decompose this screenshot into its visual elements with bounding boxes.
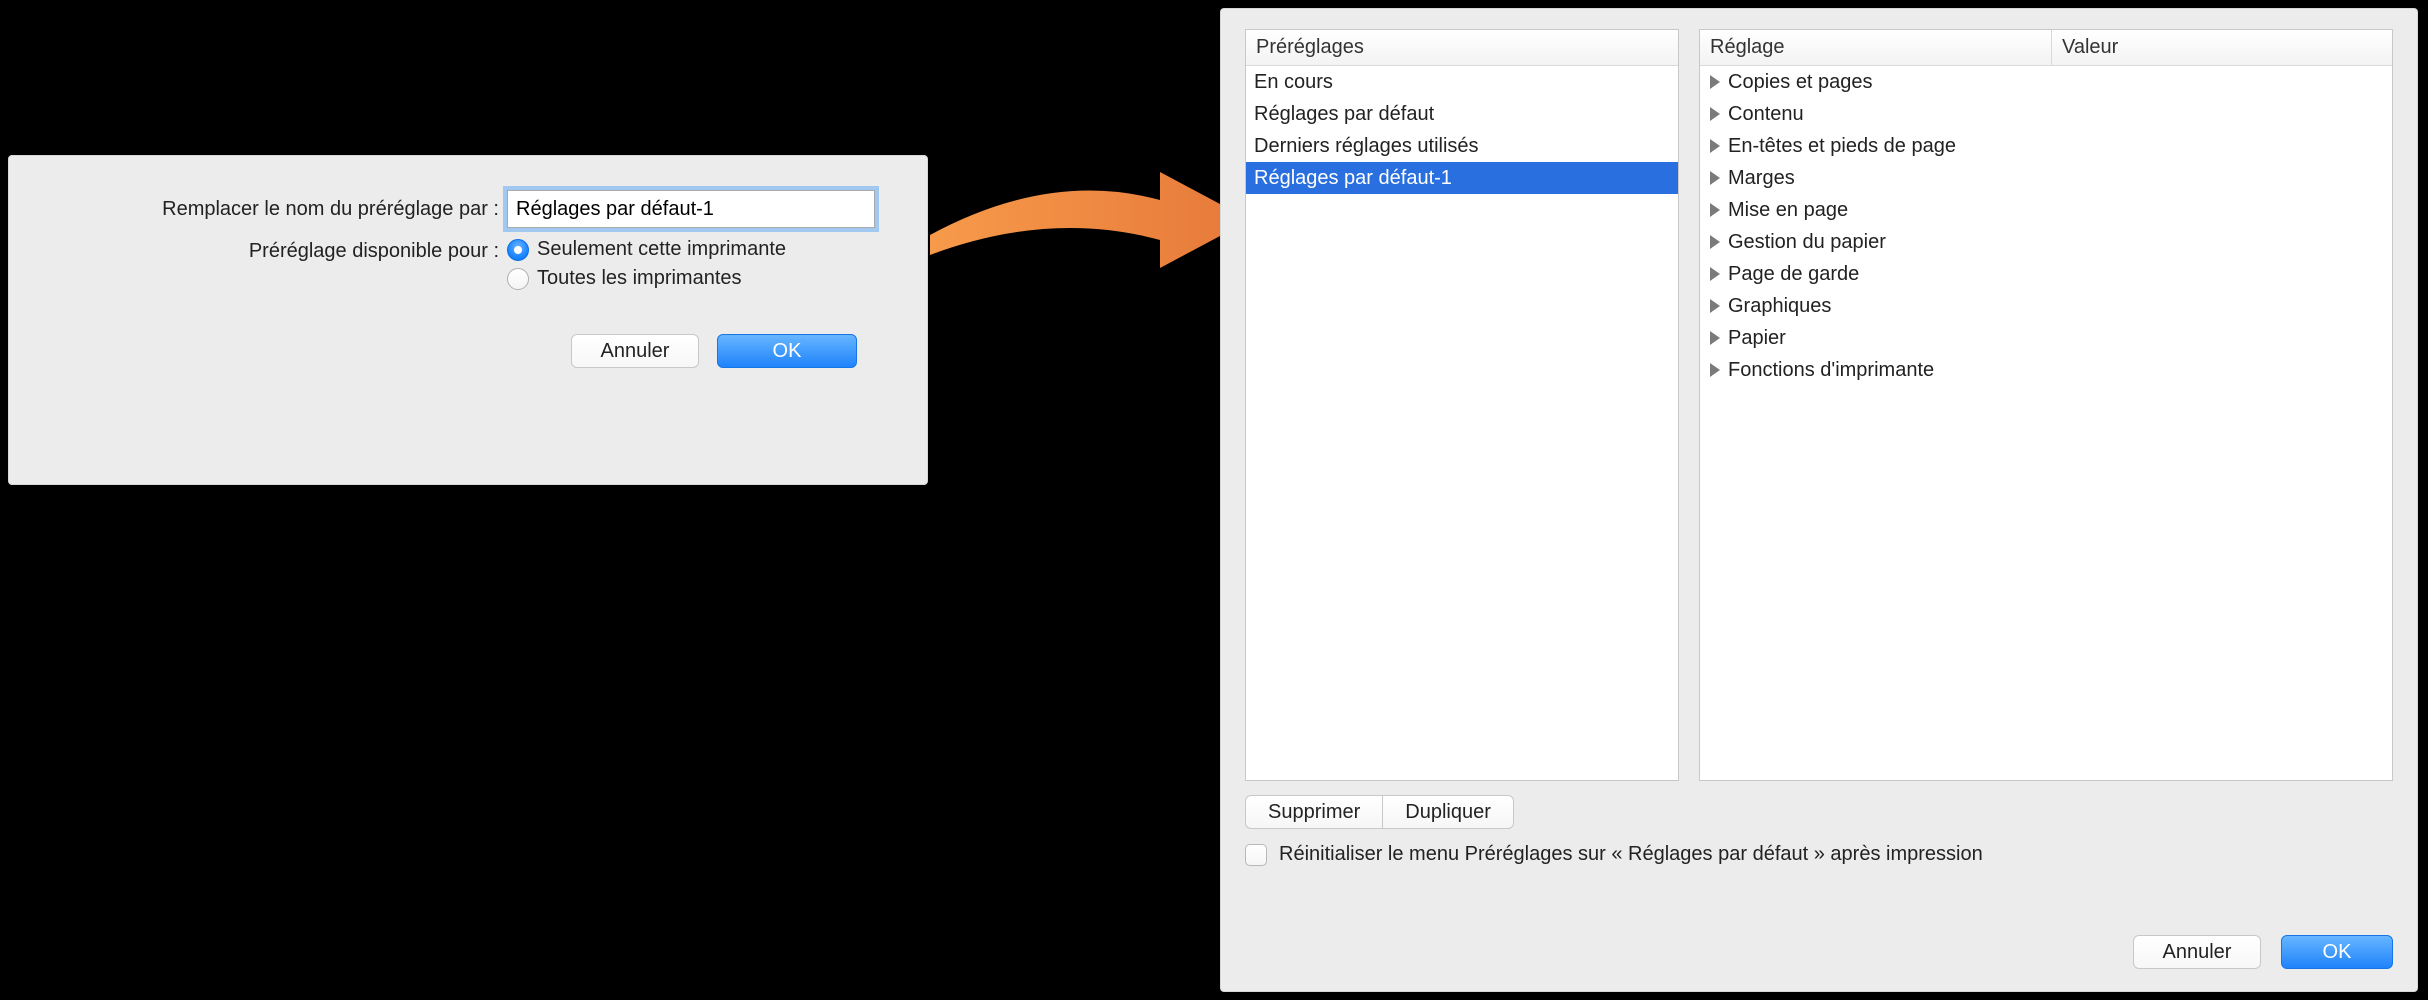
disclosure-triangle-icon <box>1710 171 1720 185</box>
settings-tree-item-label: Mise en page <box>1728 199 1848 222</box>
disclosure-triangle-icon <box>1710 235 1720 249</box>
reset-presets-checkbox[interactable] <box>1245 844 1267 866</box>
settings-tree-item[interactable]: Papier <box>1700 322 2392 354</box>
settings-tree-item[interactable]: En-têtes et pieds de page <box>1700 130 2392 162</box>
settings-tree-item-label: Marges <box>1728 167 1795 190</box>
preset-name-label: Remplacer le nom du préréglage par : <box>37 198 507 221</box>
preset-list-item-label: Derniers réglages utilisés <box>1254 135 1479 158</box>
preset-list-item[interactable]: Réglages par défaut-1 <box>1246 162 1678 194</box>
preset-name-input[interactable] <box>507 190 875 228</box>
duplicate-preset-button[interactable]: Dupliquer <box>1382 795 1514 829</box>
rename-preset-dialog: Remplacer le nom du préréglage par : Pré… <box>8 155 928 485</box>
settings-pane: Réglage Valeur Copies et pages Contenu En-… <box>1699 29 2393 781</box>
cancel-button[interactable]: Annuler <box>571 334 699 368</box>
preset-list-item[interactable]: Derniers réglages utilisés <box>1246 130 1678 162</box>
presets-pane: Préréglages En cours Réglages par défaut D… <box>1245 29 1679 781</box>
settings-tree-item[interactable]: Marges <box>1700 162 2392 194</box>
presets-column-header: Préréglages <box>1246 30 1678 66</box>
settings-tree-item-label: Gestion du papier <box>1728 231 1886 254</box>
settings-tree-item-label: Contenu <box>1728 103 1804 126</box>
preset-list-item-label: Réglages par défaut <box>1254 103 1434 126</box>
ok-button[interactable]: OK <box>717 334 857 368</box>
preset-list-item-label: En cours <box>1254 71 1333 94</box>
radio-only-this-printer[interactable]: Seulement cette imprimante <box>507 238 786 261</box>
settings-tree-item-label: Page de garde <box>1728 263 1859 286</box>
radio-all-printers[interactable]: Toutes les imprimantes <box>507 267 786 290</box>
disclosure-triangle-icon <box>1710 139 1720 153</box>
settings-tree-item-label: Papier <box>1728 327 1786 350</box>
settings-tree-item[interactable]: Mise en page <box>1700 194 2392 226</box>
disclosure-triangle-icon <box>1710 75 1720 89</box>
arrow-annotation <box>930 160 1250 280</box>
settings-tree-item[interactable]: Page de garde <box>1700 258 2392 290</box>
cancel-button[interactable]: Annuler <box>2133 935 2261 969</box>
disclosure-triangle-icon <box>1710 299 1720 313</box>
disclosure-triangle-icon <box>1710 331 1720 345</box>
preset-list-item-label: Réglages par défaut-1 <box>1254 167 1452 190</box>
disclosure-triangle-icon <box>1710 363 1720 377</box>
settings-tree-item-label: En-têtes et pieds de page <box>1728 135 1956 158</box>
preset-list-item[interactable]: En cours <box>1246 66 1678 98</box>
disclosure-triangle-icon <box>1710 203 1720 217</box>
reglage-column-header: Réglage <box>1700 30 2052 65</box>
reset-presets-label: Réinitialiser le menu Préréglages sur « … <box>1279 843 1983 866</box>
radio-all-printers-label: Toutes les imprimantes <box>537 267 742 290</box>
radio-only-this-printer-label: Seulement cette imprimante <box>537 238 786 261</box>
disclosure-triangle-icon <box>1710 267 1720 281</box>
settings-tree-item[interactable]: Gestion du papier <box>1700 226 2392 258</box>
disclosure-triangle-icon <box>1710 107 1720 121</box>
radio-icon <box>507 268 529 290</box>
ok-button[interactable]: OK <box>2281 935 2393 969</box>
preset-availability-label: Préréglage disponible pour : <box>37 238 507 263</box>
settings-tree-item-label: Fonctions d'imprimante <box>1728 359 1934 382</box>
settings-tree-item[interactable]: Fonctions d'imprimante <box>1700 354 2392 386</box>
settings-tree-item[interactable]: Graphiques <box>1700 290 2392 322</box>
settings-tree-item-label: Graphiques <box>1728 295 1831 318</box>
settings-tree-item-label: Copies et pages <box>1728 71 1873 94</box>
preset-list-item[interactable]: Réglages par défaut <box>1246 98 1678 130</box>
settings-tree-item[interactable]: Copies et pages <box>1700 66 2392 98</box>
radio-icon <box>507 239 529 261</box>
delete-preset-button[interactable]: Supprimer <box>1245 795 1382 829</box>
valeur-column-header: Valeur <box>2052 30 2392 65</box>
settings-tree-item[interactable]: Contenu <box>1700 98 2392 130</box>
presets-management-dialog: Préréglages En cours Réglages par défaut D… <box>1220 8 2418 992</box>
